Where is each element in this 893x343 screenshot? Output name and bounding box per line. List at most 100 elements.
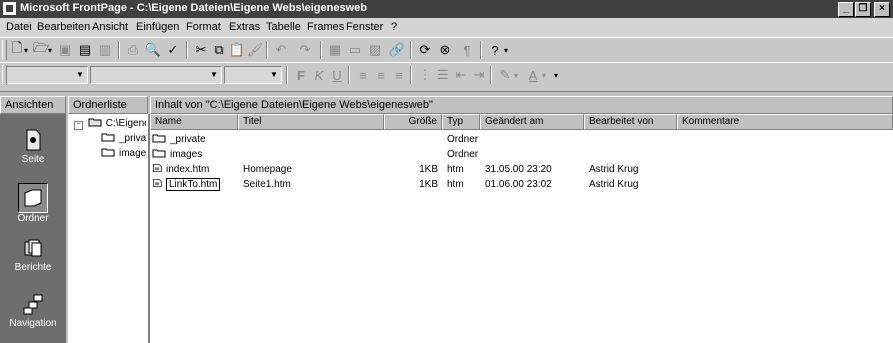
tree-root[interactable]: − C:\Eigene (74, 117, 146, 130)
close-button[interactable]: × (874, 2, 890, 17)
window-title: Microsoft FrontPage - C:\Eigene Dateien\… (20, 2, 367, 14)
view-folders[interactable]: Ordner (0, 183, 66, 224)
print-preview-icon[interactable]: 🔍 (144, 41, 162, 59)
menu-fenster[interactable]: Fenster (346, 21, 383, 33)
separator (410, 41, 412, 59)
separator (266, 41, 268, 59)
view-page[interactable]: Seite (0, 126, 66, 165)
column-header-size[interactable]: Größe (384, 114, 442, 130)
restore-button[interactable]: ❐ (855, 2, 871, 17)
redo-icon[interactable]: ↷ (296, 41, 314, 59)
decrease-indent-icon[interactable]: ⇤ (452, 66, 470, 84)
contents-header: Inhalt von "C:\Eigene Dateien\Eigene Web… (150, 96, 893, 114)
menu-einfuegen[interactable]: Einfügen (136, 21, 179, 33)
show-all-icon[interactable]: ¶ (458, 41, 476, 59)
save-icon[interactable]: ▣ (56, 41, 74, 59)
row-name: _private (170, 134, 206, 145)
hyperlink-icon[interactable]: 🔗 (388, 41, 406, 59)
column-header-title[interactable]: Titel (238, 114, 384, 130)
column-header-modified-by[interactable]: Bearbeitet von (584, 114, 677, 130)
separator (118, 41, 120, 59)
html-file-icon (153, 164, 162, 172)
tree-item-label: _privat (119, 133, 147, 144)
align-right-icon[interactable]: ≡ (390, 66, 408, 84)
separator (410, 66, 412, 84)
row-modified-by: Astrid Krug (589, 164, 639, 175)
view-navigation[interactable]: Navigation (0, 290, 66, 329)
new-dropdown-icon[interactable]: ▾ (22, 41, 30, 59)
bullets-icon[interactable]: ☰ (434, 66, 452, 84)
folder-view-icon (18, 183, 48, 213)
table-row[interactable]: LinkTo.htm (152, 178, 221, 192)
column-header-name[interactable]: Name (150, 114, 238, 130)
undo-icon[interactable]: ↶ (272, 41, 290, 59)
paste-icon[interactable]: 📋 (228, 41, 246, 59)
separator (286, 66, 288, 84)
increase-indent-icon[interactable]: ⇥ (470, 66, 488, 84)
print-icon[interactable]: ⎙ (124, 41, 142, 59)
font-select[interactable]: ▼ (90, 66, 222, 84)
style-select[interactable]: ▼ (6, 66, 88, 84)
font-size-select[interactable]: ▼ (224, 66, 282, 84)
spelling-icon[interactable]: ✓ (164, 41, 182, 59)
menu-tabelle[interactable]: Tabelle (266, 21, 301, 33)
menu-bearbeiten[interactable]: Bearbeiten (37, 21, 90, 33)
refresh-icon[interactable]: ⟳ (416, 41, 434, 59)
align-left-icon[interactable]: ≡ (354, 66, 372, 84)
row-modified-by: Astrid Krug (589, 179, 639, 190)
insert-picture-icon[interactable]: ▨ (366, 41, 384, 59)
folder-icon (152, 149, 166, 158)
menu-ansicht[interactable]: Ansicht (92, 21, 128, 33)
tree-root-label: C:\Eigene (105, 118, 146, 129)
view-reports[interactable]: Berichte (0, 234, 66, 273)
chevron-down-icon: ▼ (270, 70, 278, 79)
frontpage-app-icon[interactable] (3, 2, 16, 15)
column-header-type[interactable]: Typ (442, 114, 480, 130)
tree-item-images[interactable]: images (101, 147, 147, 159)
open-dropdown-icon[interactable]: ▾ (46, 41, 54, 59)
menu-help[interactable]: ? (391, 21, 397, 33)
menu-format[interactable]: Format (186, 21, 221, 33)
row-name: index.htm (166, 164, 210, 175)
row-size: 1KB (419, 164, 438, 175)
tree-item-label: images (119, 148, 147, 159)
menu-frames[interactable]: Frames (307, 21, 344, 33)
column-header-modified[interactable]: Geändert am (480, 114, 584, 130)
numbering-icon[interactable]: ⋮ (416, 66, 434, 84)
underline-button[interactable]: U (328, 66, 346, 84)
menu-datei[interactable]: Datei (6, 21, 32, 33)
copy-icon[interactable]: ⧉ (210, 41, 228, 59)
row-type: Ordner (447, 134, 479, 145)
separator (480, 41, 482, 59)
minimize-button[interactable]: _ (838, 2, 854, 17)
rename-input[interactable]: LinkTo.htm (166, 178, 221, 191)
insert-table-icon[interactable]: ▭ (346, 41, 364, 59)
stop-icon[interactable]: ⊗ (436, 41, 454, 59)
menu-extras[interactable]: Extras (229, 21, 260, 33)
toolbar-options-icon[interactable]: ▾ (552, 66, 560, 84)
highlight-dropdown-icon[interactable]: ▾ (512, 66, 520, 84)
tree-item-private[interactable]: _privat (101, 132, 147, 144)
chevron-down-icon: ▼ (210, 70, 218, 79)
html-file-icon (153, 179, 162, 187)
separator (320, 41, 322, 59)
publish-icon[interactable]: ▤ (76, 41, 94, 59)
column-header-comments[interactable]: Kommentare (677, 114, 893, 130)
format-painter-icon[interactable]: 🖌 (246, 41, 264, 59)
web-component-icon[interactable]: ▦ (326, 41, 344, 59)
separator (490, 66, 492, 84)
table-row[interactable]: index.htm (152, 163, 209, 177)
font-color-dropdown-icon[interactable]: ▾ (540, 66, 548, 84)
table-row[interactable]: _private (152, 133, 206, 147)
page-view-icon (19, 126, 47, 154)
bold-button[interactable]: F (292, 66, 310, 84)
align-center-icon[interactable]: ≡ (372, 66, 390, 84)
help-dropdown-icon[interactable]: ▾ (502, 41, 510, 59)
collapse-icon[interactable]: − (74, 121, 83, 130)
italic-button[interactable]: K (310, 66, 328, 84)
toolbar-grip[interactable] (2, 40, 7, 60)
cut-icon[interactable]: ✂ (192, 41, 210, 59)
row-title: Seite1.htm (243, 179, 291, 190)
table-row[interactable]: images (152, 148, 202, 162)
folder-list-icon[interactable]: ▥ (96, 41, 114, 59)
